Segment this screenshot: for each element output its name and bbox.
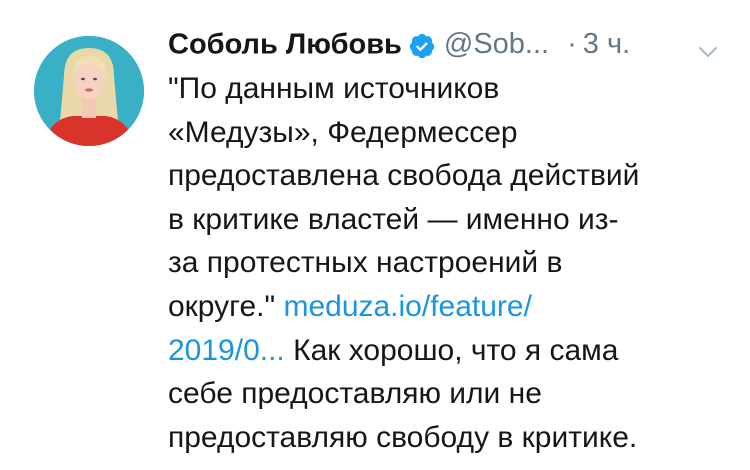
article-link[interactable]: meduza.io/feature/	[283, 290, 531, 323]
article-link-continued[interactable]: 2019/0...	[168, 334, 285, 367]
tweet-text-segment: округе."	[168, 289, 284, 323]
tweet-text-line: "По данным источников	[168, 72, 500, 105]
tweet-text: "По данным источников «Медузы», Федермес…	[168, 67, 728, 459]
tweet-timestamp[interactable]: 3 ч.	[583, 28, 630, 60]
chevron-down-icon[interactable]	[696, 32, 720, 57]
tweet: Соболь Любовь @Sob... · 3 ч. "По данным ист…	[0, 0, 750, 470]
tweet-text-line: себе предоставляю или не	[168, 377, 542, 411]
tweet-header: Соболь Любовь @Sob... · 3 ч.	[168, 20, 728, 66]
tweet-text-line: за протестных настроений в	[168, 246, 563, 280]
avatar[interactable]	[34, 36, 144, 146]
tweet-text-line: 2019/0... Как хорошо, что я сама	[168, 329, 728, 373]
tweet-text-segment: Как хорошо, что я сама	[284, 333, 619, 367]
tweet-text-line: «Медузы», Федермессер	[168, 115, 518, 149]
time-separator: ·	[567, 28, 577, 61]
author-handle[interactable]: @Sob...	[444, 28, 549, 60]
tweet-text-line: в критике властей — именно из-	[168, 202, 619, 236]
author-display-name[interactable]: Соболь Любовь	[168, 28, 402, 60]
tweet-text-line: округе." meduza.io/feature/	[168, 285, 728, 329]
tweet-text-line: предоставляю свободу в критике.	[168, 420, 638, 454]
tweet-text-line: предоставлена свобода действий	[168, 159, 640, 193]
verified-badge-icon	[408, 28, 436, 59]
avatar-photo	[34, 36, 144, 146]
